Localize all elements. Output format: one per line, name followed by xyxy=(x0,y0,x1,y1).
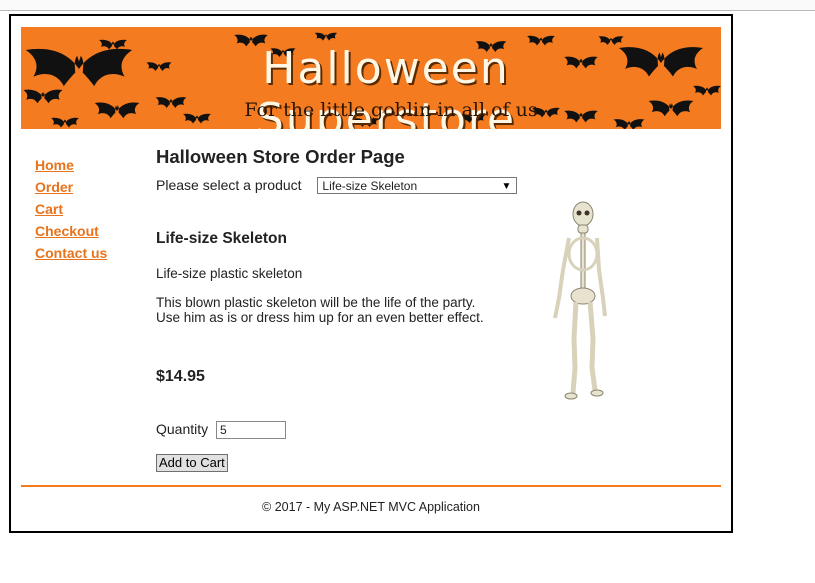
banner-subtitle: For the little goblin in all of us xyxy=(244,99,538,121)
footer-divider xyxy=(21,485,721,487)
quantity-input[interactable]: 5 xyxy=(216,421,287,440)
product-price: $14.95 xyxy=(156,368,205,385)
dropdown-arrow-icon: ▼ xyxy=(501,180,512,192)
site-banner: Halloween Superstore For the little gobl… xyxy=(21,27,721,129)
product-select-value: Life-size Skeleton xyxy=(322,178,418,193)
quantity-row: Quantity 5 xyxy=(156,421,287,440)
skeleton-icon xyxy=(553,201,607,400)
nav-link-contact-us[interactable]: Contact us xyxy=(35,245,107,261)
nav-item-checkout: Checkout xyxy=(35,223,107,240)
browser-top-edge xyxy=(0,0,815,11)
page-title: Halloween Store Order Page xyxy=(156,146,405,167)
nav-link-checkout[interactable]: Checkout xyxy=(35,223,99,239)
nav-link-order[interactable]: Order xyxy=(35,179,73,195)
quantity-label: Quantity xyxy=(156,421,209,437)
footer-text: © 2017 - My ASP.NET MVC Application xyxy=(262,500,480,514)
nav-link-home[interactable]: Home xyxy=(35,157,74,173)
add-to-cart-button[interactable]: Add to Cart xyxy=(156,454,228,472)
nav-item-cart: Cart xyxy=(35,201,107,218)
product-name: Life-size Skeleton xyxy=(156,230,287,247)
nav-item-contact-us: Contact us xyxy=(35,245,107,262)
product-select-row: Please select a product Life-size Skelet… xyxy=(156,176,518,194)
product-select[interactable]: Life-size Skeleton ▼ xyxy=(317,176,518,194)
page-frame: Halloween Superstore For the little gobl… xyxy=(9,14,733,533)
sidebar-nav: Home Order Cart Checkout Contact us xyxy=(35,157,107,267)
product-long-description: This blown plastic skeleton will be the … xyxy=(156,295,484,325)
nav-item-home: Home xyxy=(35,157,107,174)
product-image xyxy=(547,198,617,408)
product-short-description: Life-size plastic skeleton xyxy=(156,266,303,281)
nav-item-order: Order xyxy=(35,179,107,196)
nav-link-cart[interactable]: Cart xyxy=(35,201,63,217)
product-select-label: Please select a product xyxy=(156,177,302,194)
